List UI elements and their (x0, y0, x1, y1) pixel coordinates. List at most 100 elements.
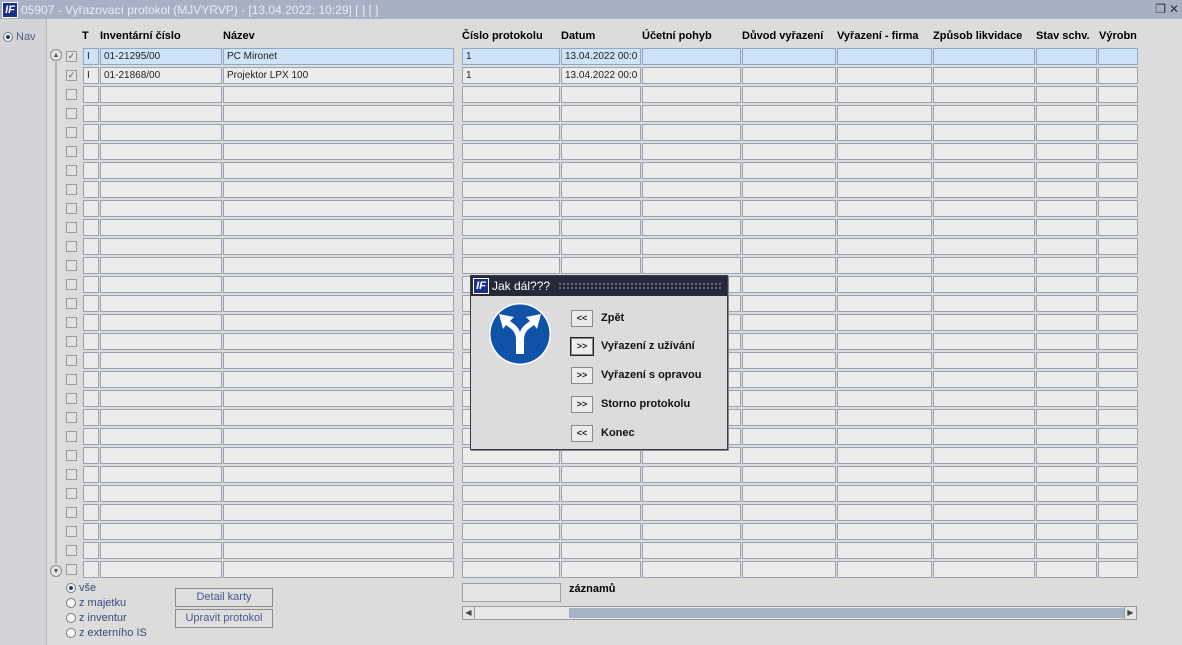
table-cell-pohyb[interactable] (642, 105, 741, 122)
table-cell-duvod[interactable] (742, 200, 836, 217)
table-cell-t[interactable] (83, 238, 99, 255)
table-cell-duvod[interactable] (742, 352, 836, 369)
table-cell-cislo[interactable]: 1 (462, 67, 560, 84)
table-cell-vyrobni[interactable] (1098, 143, 1138, 160)
row-checkbox[interactable] (66, 431, 77, 442)
table-cell-vyrobni[interactable] (1098, 466, 1138, 483)
dialog-option-label-3[interactable]: Storno protokolu (601, 398, 690, 410)
close-icon[interactable]: ✕ (1169, 2, 1179, 16)
table-cell-cislo[interactable] (462, 124, 560, 141)
table-cell-duvod[interactable] (742, 257, 836, 274)
table-cell-t[interactable] (83, 181, 99, 198)
table-cell-inv[interactable] (100, 466, 222, 483)
row-checkbox[interactable] (66, 241, 77, 252)
table-cell-firma[interactable] (837, 295, 932, 312)
table-cell-t[interactable] (83, 314, 99, 331)
col-header-t[interactable]: T (82, 30, 89, 42)
table-cell-pohyb[interactable] (642, 561, 741, 578)
table-cell-vyrobni[interactable] (1098, 352, 1138, 369)
filter-vse[interactable]: vše (66, 582, 96, 594)
table-cell-vyrobni[interactable] (1098, 485, 1138, 502)
table-cell-vyrobni[interactable] (1098, 276, 1138, 293)
table-cell-firma[interactable] (837, 542, 932, 559)
table-cell-nazev[interactable] (223, 523, 454, 540)
table-cell-duvod[interactable] (742, 181, 836, 198)
row-checkbox[interactable] (66, 165, 77, 176)
table-cell-datum[interactable] (561, 504, 641, 521)
table-cell-inv[interactable] (100, 295, 222, 312)
table-cell-cislo[interactable] (462, 523, 560, 540)
row-checkbox[interactable] (66, 564, 77, 575)
dialog-drag-grip[interactable] (558, 281, 723, 291)
table-cell-inv[interactable] (100, 219, 222, 236)
table-cell-inv[interactable] (100, 276, 222, 293)
table-cell-cislo[interactable] (462, 561, 560, 578)
table-cell-t[interactable] (83, 86, 99, 103)
row-checkbox[interactable] (66, 336, 77, 347)
filter-z-majetku[interactable]: z majetku (66, 597, 126, 609)
table-cell-zpusob[interactable] (933, 428, 1035, 445)
table-cell-stav[interactable] (1036, 295, 1097, 312)
table-cell-nazev[interactable] (223, 181, 454, 198)
table-cell-nazev[interactable] (223, 257, 454, 274)
row-checkbox[interactable] (66, 393, 77, 404)
table-cell-vyrobni[interactable] (1098, 428, 1138, 445)
table-cell-duvod[interactable] (742, 314, 836, 331)
table-cell-stav[interactable] (1036, 219, 1097, 236)
table-cell-cislo[interactable] (462, 466, 560, 483)
table-cell-nazev[interactable] (223, 504, 454, 521)
table-cell-stav[interactable] (1036, 314, 1097, 331)
table-cell-datum[interactable] (561, 466, 641, 483)
row-checkbox[interactable] (66, 412, 77, 423)
table-cell-stav[interactable] (1036, 200, 1097, 217)
table-cell-inv[interactable] (100, 428, 222, 445)
col-header-vyrobni[interactable]: Výrobn (1099, 30, 1137, 42)
table-cell-t[interactable] (83, 485, 99, 502)
row-checkbox[interactable] (66, 89, 77, 100)
table-cell-vyrobni[interactable] (1098, 86, 1138, 103)
table-cell-inv[interactable] (100, 352, 222, 369)
dialog-titlebar[interactable]: IF Jak dál??? (471, 276, 727, 296)
table-cell-nazev[interactable] (223, 143, 454, 160)
row-checkbox[interactable] (66, 545, 77, 556)
table-cell-cislo[interactable] (462, 257, 560, 274)
row-checkbox[interactable]: ✓ (66, 51, 77, 62)
table-cell-stav[interactable] (1036, 48, 1097, 65)
table-cell-duvod[interactable] (742, 523, 836, 540)
row-checkbox[interactable] (66, 184, 77, 195)
table-cell-stav[interactable] (1036, 257, 1097, 274)
table-cell-cislo[interactable] (462, 542, 560, 559)
table-cell-zpusob[interactable] (933, 523, 1035, 540)
table-cell-inv[interactable] (100, 561, 222, 578)
table-cell-duvod[interactable] (742, 238, 836, 255)
col-header-ucetni-pohyb[interactable]: Účetní pohyb (642, 30, 712, 42)
table-cell-t[interactable] (83, 162, 99, 179)
table-cell-zpusob[interactable] (933, 542, 1035, 559)
table-cell-nazev[interactable] (223, 561, 454, 578)
table-cell-inv[interactable] (100, 86, 222, 103)
table-cell-nazev[interactable] (223, 333, 454, 350)
scroll-left-icon[interactable]: ◀ (463, 607, 475, 619)
table-cell-datum[interactable] (561, 561, 641, 578)
detail-karty-button[interactable]: Detail karty (175, 588, 273, 607)
table-cell-nazev[interactable] (223, 390, 454, 407)
table-cell-t[interactable] (83, 371, 99, 388)
table-cell-zpusob[interactable] (933, 238, 1035, 255)
table-cell-zpusob[interactable] (933, 466, 1035, 483)
upravit-protokol-button[interactable]: Upravit protokol (175, 609, 273, 628)
table-cell-zpusob[interactable] (933, 143, 1035, 160)
table-cell-nazev[interactable] (223, 276, 454, 293)
table-cell-datum[interactable] (561, 523, 641, 540)
table-cell-zpusob[interactable] (933, 124, 1035, 141)
table-cell-vyrobni[interactable] (1098, 447, 1138, 464)
table-cell-nazev[interactable] (223, 86, 454, 103)
table-cell-firma[interactable] (837, 466, 932, 483)
table-cell-inv[interactable] (100, 181, 222, 198)
table-cell-inv[interactable] (100, 200, 222, 217)
table-cell-stav[interactable] (1036, 162, 1097, 179)
horizontal-scrollbar[interactable]: ◀ ▶ (462, 606, 1137, 620)
table-cell-pohyb[interactable] (642, 219, 741, 236)
table-cell-t[interactable]: I (83, 48, 99, 65)
row-checkbox[interactable] (66, 279, 77, 290)
table-cell-firma[interactable] (837, 314, 932, 331)
